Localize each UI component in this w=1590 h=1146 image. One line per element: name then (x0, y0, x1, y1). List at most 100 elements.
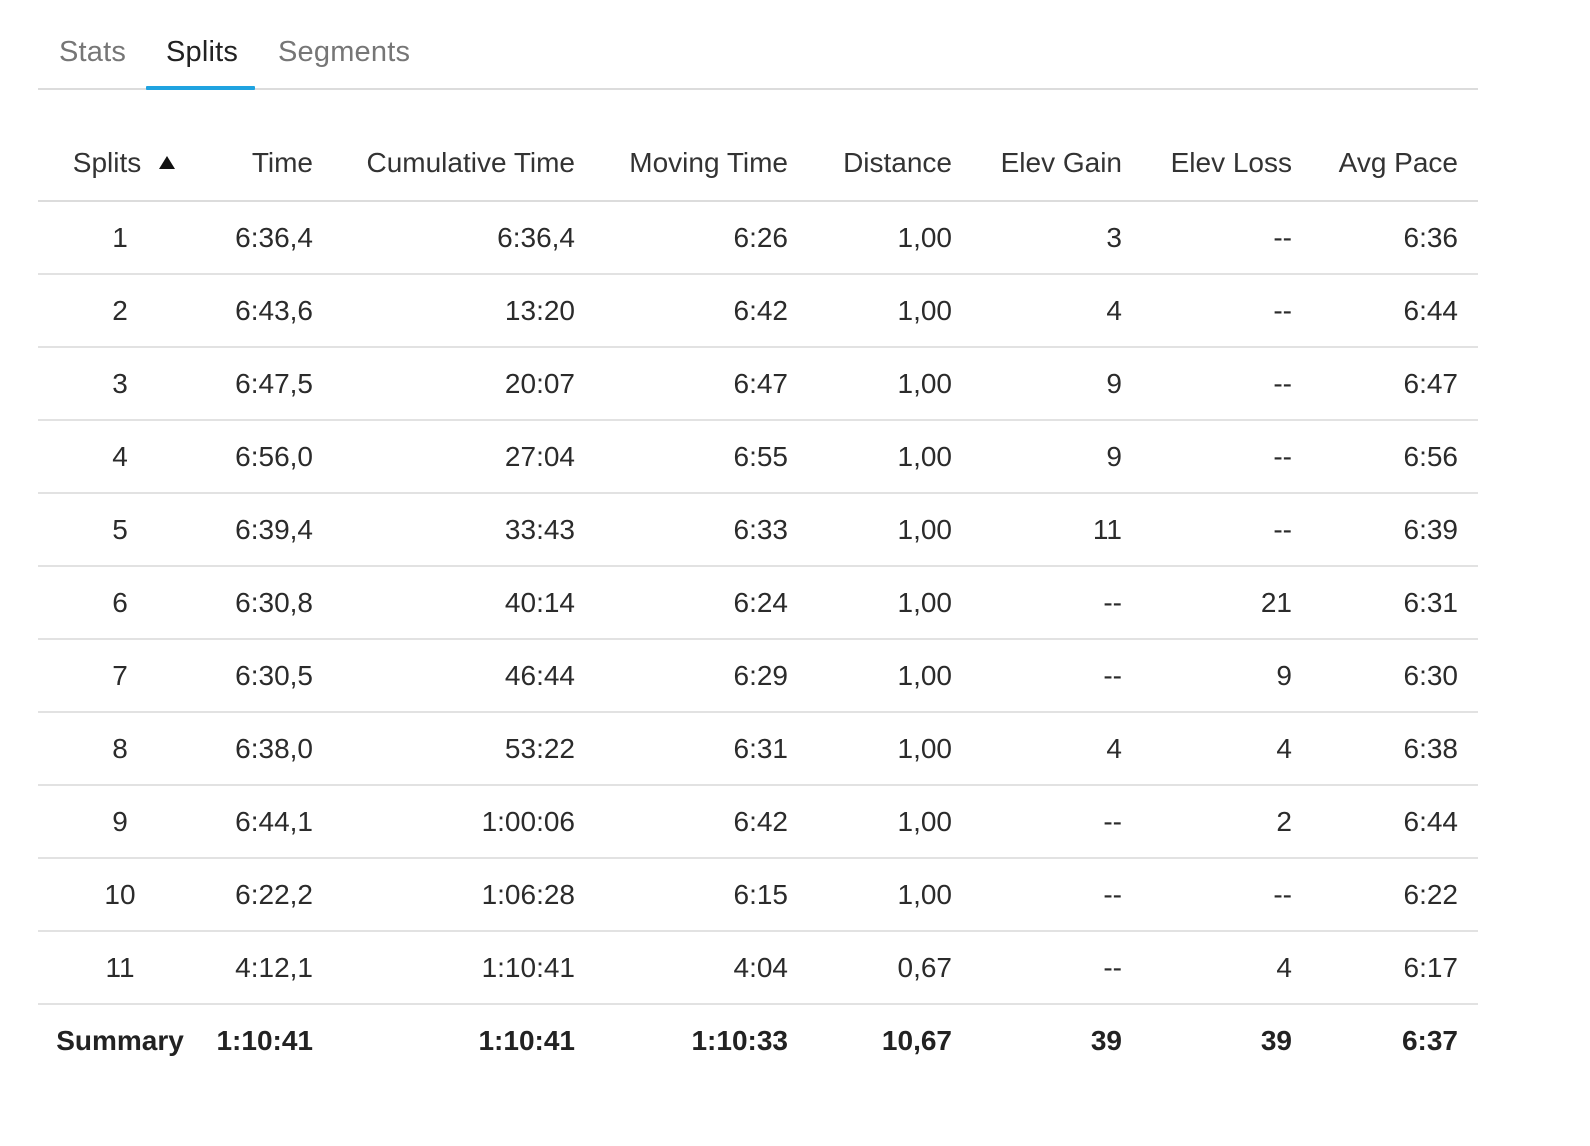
moving-time-cell: 6:24 (595, 566, 808, 640)
elev-loss-cell: -- (1142, 274, 1312, 348)
col-header-moving-time[interactable]: Moving Time (595, 126, 808, 202)
distance-cell: 1,00 (808, 858, 972, 932)
splits-rows: 1 6:36,4 6:36,4 6:26 1,00 3 -- 6:36 2 6:… (38, 201, 1478, 1005)
elev-gain-cell: -- (972, 858, 1142, 932)
table-row: 3 6:47,5 20:07 6:47 1,00 9 -- 6:47 (38, 347, 1478, 421)
col-header-avg-pace[interactable]: Avg Pace (1312, 126, 1478, 202)
time-cell: 6:47,5 (202, 347, 333, 421)
split-number-cell: 3 (38, 347, 202, 421)
col-header-distance[interactable]: Distance (808, 126, 972, 202)
cumulative-time-cell: 6:36,4 (333, 201, 595, 275)
summary-label: Summary (56, 1025, 184, 1056)
avg-pace-cell: 6:31 (1312, 566, 1478, 640)
elev-gain-cell: -- (972, 639, 1142, 713)
table-row: 10 6:22,2 1:06:28 6:15 1,00 -- -- 6:22 (38, 858, 1478, 932)
moving-time-cell: 6:31 (595, 712, 808, 786)
avg-pace-cell: 6:44 (1312, 274, 1478, 348)
elev-gain-cell: 4 (972, 712, 1142, 786)
distance-cell: 1,00 (808, 420, 972, 494)
elev-loss-cell: 21 (1142, 566, 1312, 640)
moving-time-cell: 4:04 (595, 931, 808, 1005)
col-header-cumulative-time[interactable]: Cumulative Time (333, 126, 595, 202)
avg-pace-cell: 6:39 (1312, 493, 1478, 567)
elev-gain-cell: 11 (972, 493, 1142, 567)
distance-cell: 0,67 (808, 931, 972, 1005)
summary-time: 1:10:41 (216, 1025, 313, 1056)
cumulative-time-cell: 46:44 (333, 639, 595, 713)
elev-loss-cell: 2 (1142, 785, 1312, 859)
moving-time-cell: 6:47 (595, 347, 808, 421)
elev-loss-cell: -- (1142, 493, 1312, 567)
elev-loss-cell: 4 (1142, 931, 1312, 1005)
elev-loss-cell: 4 (1142, 712, 1312, 786)
distance-cell: 1,00 (808, 712, 972, 786)
table-row: 8 6:38,0 53:22 6:31 1,00 4 4 6:38 (38, 712, 1478, 786)
elev-gain-cell: 9 (972, 420, 1142, 494)
elev-loss-cell: 9 (1142, 639, 1312, 713)
time-cell: 6:30,8 (202, 566, 333, 640)
table-row: 11 4:12,1 1:10:41 4:04 0,67 -- 4 6:17 (38, 931, 1478, 1005)
cumulative-time-cell: 1:10:41 (333, 931, 595, 1005)
avg-pace-cell: 6:38 (1312, 712, 1478, 786)
active-tab-indicator (146, 86, 255, 90)
sort-ascending-icon[interactable] (159, 156, 176, 169)
elev-loss-cell: -- (1142, 201, 1312, 275)
cumulative-time-cell: 13:20 (333, 274, 595, 348)
split-number-cell: 1 (38, 201, 202, 275)
col-header-time[interactable]: Time (202, 126, 333, 202)
split-number-cell: 6 (38, 566, 202, 640)
col-header-elev-loss[interactable]: Elev Loss (1142, 126, 1312, 202)
cumulative-time-cell: 33:43 (333, 493, 595, 567)
elev-loss-cell: -- (1142, 858, 1312, 932)
time-cell: 6:22,2 (202, 858, 333, 932)
distance-cell: 1,00 (808, 201, 972, 275)
avg-pace-cell: 6:17 (1312, 931, 1478, 1005)
cumulative-time-cell: 53:22 (333, 712, 595, 786)
moving-time-cell: 6:26 (595, 201, 808, 275)
elev-gain-cell: 3 (972, 201, 1142, 275)
splits-table: Splits Time Cumulative Time Moving Time … (38, 126, 1478, 1077)
splits-panel: Stats Splits Segments Splits Time Cumula… (38, 0, 1478, 1056)
distance-cell: 1,00 (808, 274, 972, 348)
cumulative-time-cell: 1:06:28 (333, 858, 595, 932)
distance-cell: 1,00 (808, 493, 972, 567)
table-row: 1 6:36,4 6:36,4 6:26 1,00 3 -- 6:36 (38, 201, 1478, 275)
summary-avg-pace: 6:37 (1401, 1025, 1458, 1056)
moving-time-cell: 6:29 (595, 639, 808, 713)
moving-time-cell: 6:42 (595, 785, 808, 859)
col-header-splits-label: Splits (72, 147, 142, 178)
time-cell: 6:39,4 (202, 493, 333, 567)
col-header-splits[interactable]: Splits (38, 126, 202, 202)
tab-stats[interactable]: Stats (59, 36, 126, 69)
distance-cell: 1,00 (808, 639, 972, 713)
time-cell: 6:36,4 (202, 201, 333, 275)
cumulative-time-cell: 40:14 (333, 566, 595, 640)
avg-pace-cell: 6:56 (1312, 420, 1478, 494)
avg-pace-cell: 6:22 (1312, 858, 1478, 932)
table-row: 7 6:30,5 46:44 6:29 1,00 -- 9 6:30 (38, 639, 1478, 713)
elev-gain-cell: -- (972, 566, 1142, 640)
col-header-elev-gain[interactable]: Elev Gain (972, 126, 1142, 202)
moving-time-cell: 6:55 (595, 420, 808, 494)
summary-elev-gain: 39 (1090, 1025, 1122, 1056)
time-cell: 6:56,0 (202, 420, 333, 494)
split-number-cell: 2 (38, 274, 202, 348)
table-row: 9 6:44,1 1:00:06 6:42 1,00 -- 2 6:44 (38, 785, 1478, 859)
time-cell: 6:43,6 (202, 274, 333, 348)
split-number-cell: 8 (38, 712, 202, 786)
cumulative-time-cell: 27:04 (333, 420, 595, 494)
moving-time-cell: 6:42 (595, 274, 808, 348)
elev-gain-cell: 4 (972, 274, 1142, 348)
elev-gain-cell: -- (972, 785, 1142, 859)
table-row: 2 6:43,6 13:20 6:42 1,00 4 -- 6:44 (38, 274, 1478, 348)
tab-splits[interactable]: Splits (166, 36, 238, 69)
header-row: Splits Time Cumulative Time Moving Time … (38, 126, 1478, 202)
tab-segments[interactable]: Segments (278, 36, 410, 69)
summary-moving-time: 1:10:33 (691, 1025, 788, 1056)
avg-pace-cell: 6:36 (1312, 201, 1478, 275)
time-cell: 6:38,0 (202, 712, 333, 786)
summary-cumulative-time: 1:10:41 (478, 1025, 575, 1056)
summary-row: Summary 1:10:41 1:10:41 1:10:33 10,67 39… (38, 1004, 1478, 1077)
tab-bar: Stats Splits Segments (38, 0, 1478, 90)
elev-loss-cell: -- (1142, 420, 1312, 494)
